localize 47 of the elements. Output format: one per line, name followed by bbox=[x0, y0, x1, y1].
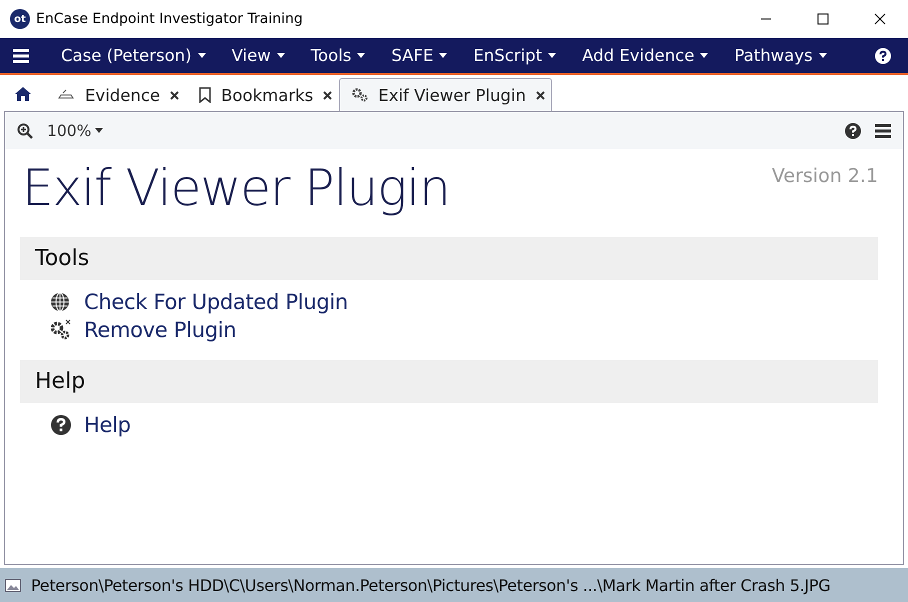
drive-icon bbox=[57, 89, 75, 101]
bookmark-icon bbox=[199, 87, 212, 103]
menu-item[interactable]: Tools bbox=[308, 46, 368, 65]
section-header: Help bbox=[20, 360, 878, 403]
version-label: Version 2.1 bbox=[772, 165, 878, 187]
caret-icon bbox=[548, 53, 556, 58]
menu-item[interactable]: EnScript bbox=[471, 46, 558, 65]
close-icon[interactable] bbox=[170, 90, 180, 100]
caret-icon bbox=[357, 53, 366, 58]
tab[interactable]: Bookmarks bbox=[186, 78, 340, 111]
menu-item[interactable]: SAFE bbox=[389, 46, 450, 65]
caret-icon bbox=[700, 53, 708, 58]
tab[interactable]: Exif Viewer Plugin bbox=[339, 78, 552, 111]
window-title: EnCase Endpoint Investigator Training bbox=[36, 11, 303, 27]
tab[interactable]: Evidence bbox=[44, 78, 186, 111]
menu-item[interactable]: View bbox=[230, 46, 287, 65]
gears-icon bbox=[352, 88, 368, 102]
plugin-link[interactable]: Help bbox=[84, 413, 131, 437]
menu-item[interactable]: Add Evidence bbox=[580, 46, 710, 65]
globe-icon bbox=[50, 292, 72, 312]
close-icon[interactable] bbox=[323, 90, 332, 100]
caret-icon bbox=[276, 53, 285, 58]
app-logo: ot bbox=[10, 9, 30, 29]
caret-icon bbox=[439, 53, 448, 58]
plugin-link[interactable]: Remove Plugin bbox=[84, 318, 236, 342]
caret-icon bbox=[198, 53, 206, 58]
gears-icon bbox=[50, 319, 72, 341]
section-header: Tools bbox=[20, 237, 878, 280]
page-title: Exif Viewer Plugin bbox=[22, 159, 450, 217]
help-icon[interactable] bbox=[845, 122, 861, 138]
help-icon[interactable] bbox=[875, 48, 891, 64]
menu-icon[interactable] bbox=[13, 48, 29, 62]
home-icon[interactable] bbox=[14, 86, 32, 102]
plugin-link[interactable]: Check For Updated Plugin bbox=[84, 290, 348, 314]
zoom-dropdown[interactable]: 100% bbox=[47, 122, 104, 140]
close-icon[interactable] bbox=[536, 90, 545, 100]
help-icon bbox=[50, 414, 72, 436]
menu-icon[interactable] bbox=[875, 124, 891, 138]
menu-item[interactable]: Pathways bbox=[732, 46, 829, 65]
zoom-icon[interactable] bbox=[17, 122, 33, 138]
menu-item[interactable]: Case (Peterson) bbox=[59, 46, 208, 65]
file-path: Peterson\Peterson's HDD\C\Users\Norman.Peterson\Pictures\Peterson's ...\Mark Martin after Crash 5.JPG bbox=[31, 576, 830, 594]
caret-icon bbox=[95, 128, 104, 133]
caret-icon bbox=[818, 53, 827, 58]
maximize-icon[interactable] bbox=[817, 13, 829, 25]
image-icon bbox=[5, 578, 21, 592]
close-icon[interactable] bbox=[874, 13, 886, 25]
